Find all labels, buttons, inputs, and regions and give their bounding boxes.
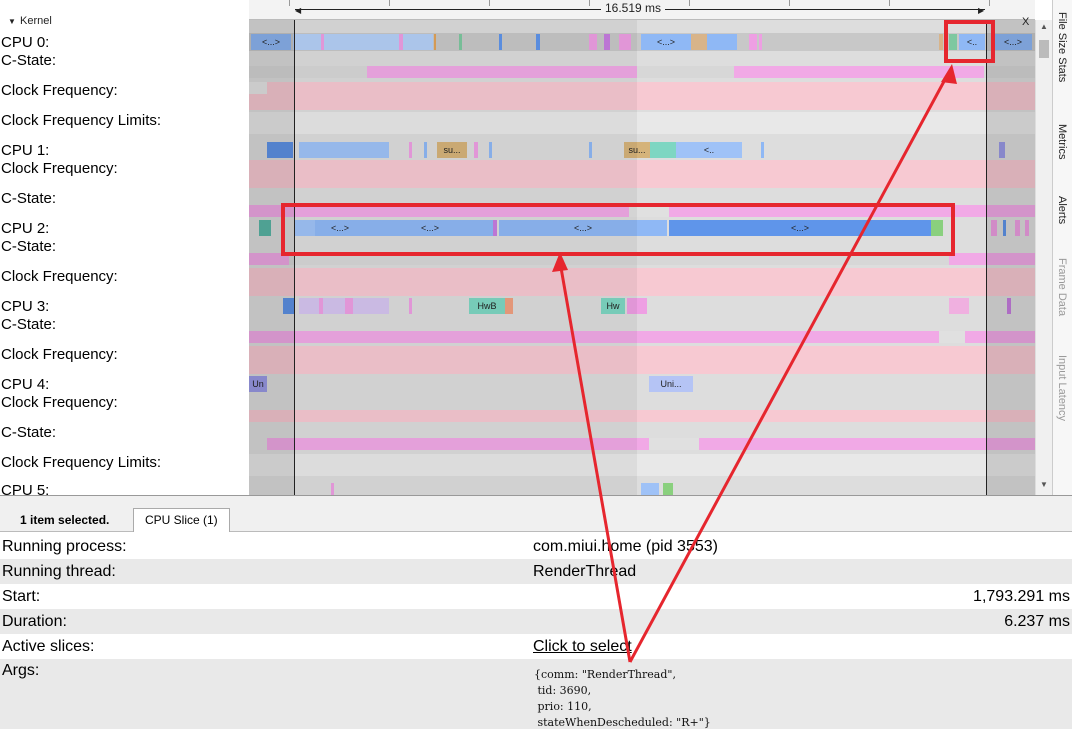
cpu0-track[interactable]: <...> <...> <.. <...>	[249, 33, 1035, 51]
tab-metrics[interactable]: Metrics	[1056, 124, 1068, 159]
track-label: Clock Frequency Limits:	[1, 454, 162, 471]
cpu2-track[interactable]: <...> <...> <...> <...>	[249, 219, 1035, 237]
cpu0-clock-limits-track[interactable]	[249, 112, 1035, 134]
detail-key: Args:	[2, 662, 40, 679]
cpu0-slice[interactable]: <...>	[994, 34, 1032, 50]
arrow-left-icon: ◀	[295, 6, 302, 15]
range-end-line[interactable]	[986, 0, 987, 495]
track-label: C-State:	[1, 190, 57, 207]
cpu2-clock-frequency-track[interactable]	[249, 268, 1035, 296]
detail-row-duration: Duration: 6.237 ms	[0, 609, 1072, 634]
detail-value: 1,793.291 ms	[973, 588, 1070, 605]
track-label: Clock Frequency:	[1, 160, 118, 177]
detail-row-start: Start: 1,793.291 ms	[0, 584, 1072, 609]
cpu3-clock-frequency-track[interactable]	[249, 346, 1035, 374]
timeline-panel: ▼ Kernel CPU 0: C-State: Clock Frequency: C…	[0, 0, 1072, 495]
cpu0-slice[interactable]: <...>	[251, 34, 291, 50]
cpu1-slice[interactable]: su...	[624, 142, 650, 158]
cpu4-slice[interactable]: Un	[249, 376, 267, 392]
detail-value: com.miui.home (pid 3553)	[533, 538, 718, 555]
details-tab-bar: 1 item selected. CPU Slice (1)	[0, 496, 1072, 532]
kernel-group-label: Kernel	[20, 15, 52, 27]
scroll-up-icon[interactable]: ▲	[1040, 22, 1048, 31]
cpu0-selected-slice[interactable]: <..	[959, 34, 985, 50]
detail-row-active-slices: Active slices: Click to select	[0, 634, 1072, 659]
cpu0-slice[interactable]: <...>	[641, 34, 691, 50]
track-label: C-State:	[1, 52, 57, 69]
tab-input-latency[interactable]: Input Latency	[1056, 355, 1068, 421]
click-to-select-link[interactable]: Click to select	[533, 634, 632, 659]
close-measure-button[interactable]: X	[1022, 16, 1029, 28]
track-canvas[interactable]: <...> <...> <.. <...> su... su... <.. <.…	[249, 0, 1035, 495]
track-label: CPU 4:	[1, 376, 50, 393]
cpu3-slice[interactable]: Hw	[601, 298, 625, 314]
scroll-thumb[interactable]	[1039, 40, 1049, 58]
measure-span-label: 16.519 ms	[601, 1, 666, 15]
detail-key: Duration:	[2, 613, 67, 630]
detail-key: Active slices:	[2, 638, 95, 655]
args-value: {comm: "RenderThread", tid: 3690, prio: …	[534, 668, 711, 729]
cpu1-clock-frequency-track[interactable]	[249, 160, 1035, 188]
detail-row-running-thread: Running thread: RenderThread	[0, 559, 1072, 584]
detail-key: Running process:	[2, 538, 127, 555]
track-labels-column: ▼ Kernel CPU 0: C-State: Clock Frequency: C…	[0, 0, 249, 495]
track-label: C-State:	[1, 424, 57, 441]
tab-cpu-slice[interactable]: CPU Slice (1)	[133, 508, 230, 532]
cpu3-cstate-track[interactable]	[249, 331, 1035, 343]
detail-value: 6.237 ms	[1004, 613, 1070, 630]
cpu1-cstate-track[interactable]	[249, 205, 1035, 217]
tab-frame-data[interactable]: Frame Data	[1056, 258, 1068, 316]
cpu2-render-thread-slice[interactable]: <...>	[669, 220, 931, 236]
detail-row-args: Args: {comm: "RenderThread", tid: 3690, …	[0, 659, 1072, 729]
cpu1-track[interactable]: su... su... <..	[249, 141, 1035, 159]
track-label: CPU 3:	[1, 298, 50, 315]
cpu4-track[interactable]: Un Uni...	[249, 375, 1035, 393]
track-label: CPU 1:	[1, 142, 50, 159]
cpu2-cstate-track[interactable]	[249, 253, 1035, 265]
track-label: C-State:	[1, 316, 57, 333]
cpu5-track[interactable]	[249, 482, 1035, 495]
selection-count: 1 item selected.	[20, 513, 110, 527]
track-label: Clock Frequency Limits:	[1, 112, 162, 129]
cpu1-slice[interactable]: <..	[676, 142, 742, 158]
cpu2-slice[interactable]: <...>	[499, 220, 667, 236]
scroll-down-icon[interactable]: ▼	[1040, 480, 1048, 489]
cpu0-slice[interactable]	[293, 34, 433, 50]
cpu4-cstate-track[interactable]	[249, 438, 1035, 450]
details-panel: 1 item selected. CPU Slice (1) Running p…	[0, 495, 1072, 729]
cpu0-clock-frequency-track[interactable]	[249, 82, 1035, 110]
cpu4-clock-limits-track[interactable]	[249, 454, 1035, 476]
range-start-line[interactable]	[294, 0, 295, 495]
collapse-triangle-icon[interactable]: ▼	[8, 17, 16, 26]
vertical-scrollbar[interactable]: ▲ ▼	[1035, 20, 1052, 495]
tab-file-size-stats[interactable]: File Size Stats	[1056, 12, 1068, 82]
cpu3-track[interactable]: HwB Hw	[249, 297, 1035, 315]
cpu2-slice[interactable]: <...>	[365, 220, 495, 236]
track-label: CPU 2:	[1, 220, 50, 237]
track-label: Clock Frequency:	[1, 82, 118, 99]
tab-alerts[interactable]: Alerts	[1056, 196, 1068, 224]
time-ruler[interactable]: ◀ ▶ 16.519 ms	[249, 0, 1035, 20]
track-label: C-State:	[1, 238, 57, 255]
arrow-right-icon: ▶	[978, 6, 985, 15]
cpu4-clock-frequency-track[interactable]	[249, 410, 1035, 422]
detail-row-running-process: Running process: com.miui.home (pid 3553…	[0, 534, 1072, 559]
detail-value: RenderThread	[533, 563, 637, 580]
track-label: Clock Frequency:	[1, 346, 118, 363]
detail-key: Start:	[2, 588, 41, 605]
kernel-group-header[interactable]: ▼ Kernel	[0, 14, 249, 32]
cpu0-cstate-track[interactable]	[249, 66, 1035, 78]
cpu4-slice[interactable]: Uni...	[649, 376, 693, 392]
track-label: CPU 0:	[1, 34, 50, 51]
cpu1-slice[interactable]: su...	[437, 142, 467, 158]
track-label: Clock Frequency:	[1, 394, 118, 411]
detail-key: Running thread:	[2, 563, 116, 580]
track-label: CPU 5:	[1, 482, 50, 495]
right-side-tabs: File Size Stats Metrics Alerts Frame Dat…	[1052, 0, 1072, 495]
cpu2-slice[interactable]: <...>	[315, 220, 365, 236]
cpu3-slice[interactable]: HwB	[469, 298, 505, 314]
track-label: Clock Frequency:	[1, 268, 118, 285]
